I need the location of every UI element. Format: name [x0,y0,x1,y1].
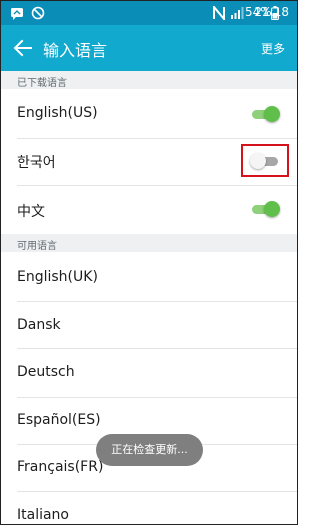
language-label: Italiano [17,507,69,523]
signal-icon [231,7,244,19]
language-row-italiano[interactable]: Italiano [1,492,297,524]
language-row-dansk[interactable]: Dansk [1,302,297,348]
status-bar: 54% 21:18 [1,1,297,25]
blocked-icon [31,6,45,20]
language-label: 中文 [17,204,45,220]
message-icon [11,8,23,20]
language-row-english-us[interactable]: English(US) [1,89,297,139]
language-label: 한국어 [17,155,56,171]
language-toggle-chinese[interactable] [250,201,280,217]
section-header-available: 可用语言 [1,234,297,252]
back-arrow-icon[interactable] [11,36,35,60]
section-header-downloaded: 已下载语言 [1,71,297,89]
language-row-english-uk[interactable]: English(UK) [1,252,297,302]
language-label: Deutsch [17,364,75,380]
section-header-label: 可用语言 [17,241,57,252]
section-header-label: 已下载语言 [17,78,67,89]
language-label: Dansk [17,317,61,333]
app-bar: 输入语言 更多 [1,25,297,71]
highlight-box [241,144,289,177]
language-label: Français(FR) [17,459,104,475]
language-label: English(US) [17,105,98,121]
nfc-icon [213,6,225,20]
language-row-chinese[interactable]: 中文 [1,186,297,234]
screen: 54% 21:18 输入语言 更多 已下载语言 English(US) 한국어 [0,0,298,525]
language-label: English(UK) [17,269,98,285]
more-button[interactable]: 更多 [261,40,285,57]
toggle-knob [264,106,280,122]
language-toggle-english-us[interactable] [250,106,280,122]
language-label: Español(ES) [17,412,101,428]
toggle-knob [264,201,280,217]
page-title: 输入语言 [43,41,108,60]
toast-message: 正在检查更新... [96,434,203,466]
status-time: 21:18 [254,5,289,19]
language-row-deutsch[interactable]: Deutsch [1,349,297,397]
